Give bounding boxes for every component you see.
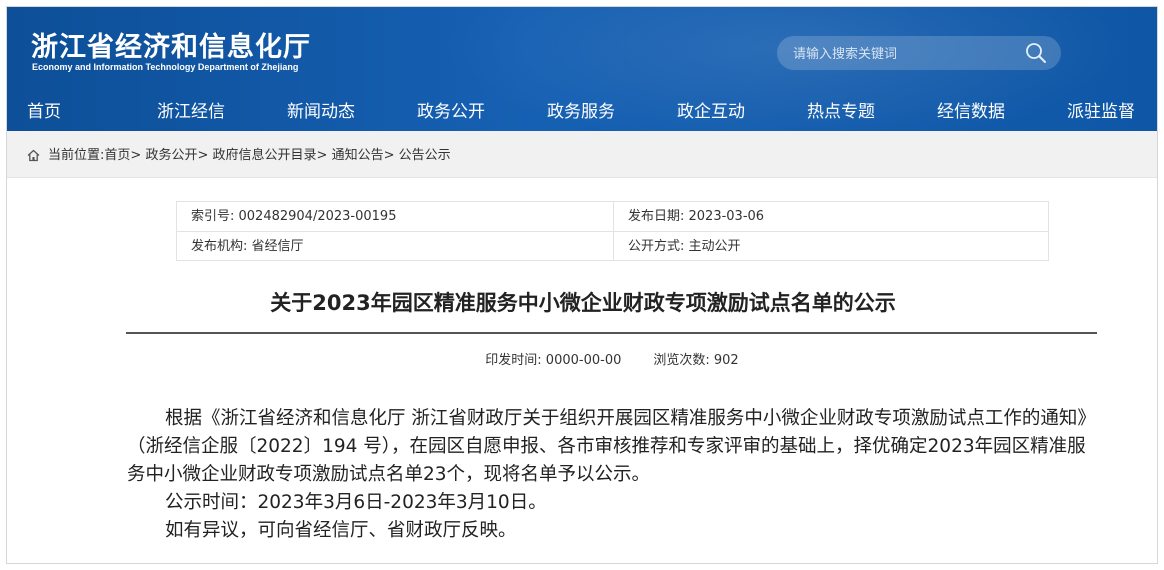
meta-publisher: 发布机构: 省经信厅 — [191, 239, 304, 254]
search-box — [777, 36, 1061, 72]
article-body: 根据《浙江省经济和信息化厅 浙江省财政厅关于组织开展园区精准服务中小微企业财政专… — [127, 405, 1099, 545]
breadcrumb-trail: 当前位置:首页> 政务公开> 政府信息公开目录> 通知公告> 公告公示 — [48, 144, 451, 163]
nav-item-zhejiang-jingxin[interactable]: 浙江经信 — [157, 97, 225, 127]
nav-item-gov-services[interactable]: 政务服务 — [547, 97, 615, 127]
main-nav: 首页 浙江经信 新闻动态 政务公开 政务服务 政企互动 热点专题 经信数据 派驻… — [7, 93, 1157, 131]
body-paragraph: 如有异议，可向省经信厅、省财政厅反映。 — [165, 520, 517, 541]
search-input[interactable] — [791, 36, 1015, 72]
body-paragraph: 公示时间：2023年3月6日-2023年3月10日。 — [165, 492, 547, 513]
meta-index-number: 索引号: 002482904/2023-00195 — [191, 209, 397, 224]
search-icon[interactable] — [1025, 42, 1047, 64]
meta-open-mode: 公开方式: 主动公开 — [628, 239, 741, 254]
nav-item-home[interactable]: 首页 — [27, 97, 61, 127]
breadcrumb-announcements[interactable]: 公告公示 — [399, 148, 451, 163]
breadcrumb-separator: > — [130, 148, 142, 163]
breadcrumb-separator: > — [383, 148, 395, 163]
document-meta-table: 索引号: 002482904/2023-00195 发布日期: 2023-03-… — [176, 201, 1049, 261]
article-title: 关于2023年园区精准服务中小微企业财政专项激励试点名单的公示 — [270, 291, 896, 315]
site-header: 浙江省经济和信息化厅 Economy and Information Techn… — [7, 7, 1157, 131]
nav-item-supervision[interactable]: 派驻监督 — [1067, 97, 1135, 127]
view-count: 浏览次数: 902 — [653, 353, 739, 368]
nav-item-data[interactable]: 经信数据 — [937, 97, 1005, 127]
breadcrumb-separator: > — [197, 148, 209, 163]
home-icon — [27, 147, 40, 162]
breadcrumb-info-catalog[interactable]: 政府信息公开目录 — [213, 148, 317, 163]
breadcrumb-gov-affairs-open[interactable]: 政务公开 — [145, 148, 197, 163]
nav-item-hot-topics[interactable]: 热点专题 — [807, 97, 875, 127]
table-divider — [177, 231, 1048, 232]
breadcrumb-notices[interactable]: 通知公告 — [332, 148, 384, 163]
meta-publish-date: 发布日期: 2023-03-06 — [628, 209, 765, 224]
site-title[interactable]: 浙江省经济和信息化厅 — [31, 25, 311, 64]
site-subtitle: Economy and Information Technology Depar… — [32, 62, 299, 72]
body-paragraph: 根据《浙江省经济和信息化厅 浙江省财政厅关于组织开展园区精准服务中小微企业财政专… — [127, 408, 1096, 485]
nav-item-news[interactable]: 新闻动态 — [287, 97, 355, 127]
breadcrumb-home[interactable]: 首页 — [104, 148, 130, 163]
article-info: 印发时间: 0000-00-00 浏览次数: 902 — [7, 349, 1157, 368]
page-frame: 浙江省经济和信息化厅 Economy and Information Techn… — [6, 6, 1158, 564]
nav-item-gov-affairs-open[interactable]: 政务公开 — [417, 97, 485, 127]
breadcrumb-prefix: 当前位置: — [48, 148, 105, 163]
print-time: 印发时间: 0000-00-00 — [485, 353, 622, 368]
breadcrumb-separator: > — [316, 148, 328, 163]
title-divider — [126, 332, 1097, 334]
breadcrumb: 当前位置:首页> 政务公开> 政府信息公开目录> 通知公告> 公告公示 — [7, 131, 1157, 178]
nav-item-interaction[interactable]: 政企互动 — [677, 97, 745, 127]
